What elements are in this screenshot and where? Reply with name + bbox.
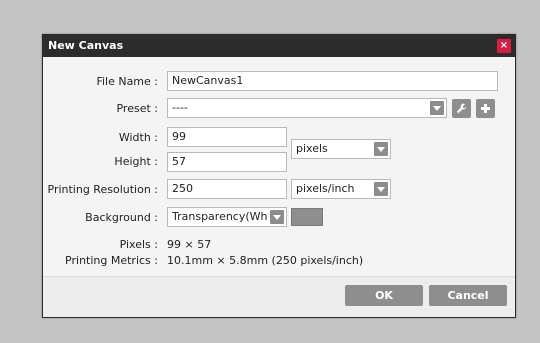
background-color-swatch[interactable]	[291, 208, 323, 226]
close-icon: ×	[499, 40, 509, 51]
new-canvas-dialog: New Canvas × File Name : NewCanvas1 Pres…	[42, 34, 516, 318]
chevron-down-icon[interactable]	[374, 182, 388, 196]
background-label: Background :	[85, 211, 158, 224]
preset-value: ----	[172, 101, 188, 114]
width-input[interactable]: 99	[167, 127, 287, 147]
height-label: Height :	[114, 155, 158, 168]
wrench-icon	[456, 103, 467, 114]
chevron-down-icon[interactable]	[270, 210, 284, 224]
background-value: Transparency(White)	[172, 210, 268, 223]
resolution-input[interactable]: 250	[167, 179, 287, 199]
width-label: Width :	[118, 131, 158, 144]
plus-icon	[481, 104, 490, 113]
pixels-value: 99 × 57	[167, 238, 212, 251]
preset-settings-button[interactable]	[452, 99, 471, 118]
dialog-title: New Canvas	[48, 39, 124, 52]
chevron-down-icon[interactable]	[374, 142, 388, 156]
preset-add-button[interactable]	[476, 99, 495, 118]
dialog-titlebar[interactable]: New Canvas ×	[43, 35, 515, 57]
cancel-button[interactable]: Cancel	[429, 285, 507, 306]
resolution-unit-value: pixels/inch	[296, 182, 355, 195]
printing-resolution-label: Printing Resolution :	[47, 183, 159, 196]
background-select[interactable]: Transparency(White)	[167, 207, 287, 227]
file-name-input[interactable]: NewCanvas1	[167, 71, 498, 91]
ok-button[interactable]: OK	[345, 285, 423, 306]
chevron-down-icon[interactable]	[430, 101, 444, 115]
printing-metrics-value: 10.1mm × 5.8mm (250 pixels/inch)	[167, 254, 364, 267]
height-input[interactable]: 57	[167, 152, 287, 172]
close-button[interactable]: ×	[497, 39, 511, 53]
preset-select[interactable]: ----	[167, 98, 447, 118]
pixels-label: Pixels :	[119, 238, 158, 251]
size-unit-select[interactable]: pixels	[291, 139, 391, 159]
size-unit-value: pixels	[296, 142, 328, 155]
resolution-unit-select[interactable]: pixels/inch	[291, 179, 391, 199]
file-name-label: File Name :	[96, 75, 158, 88]
printing-metrics-label: Printing Metrics :	[65, 254, 158, 267]
preset-label: Preset :	[116, 102, 158, 115]
